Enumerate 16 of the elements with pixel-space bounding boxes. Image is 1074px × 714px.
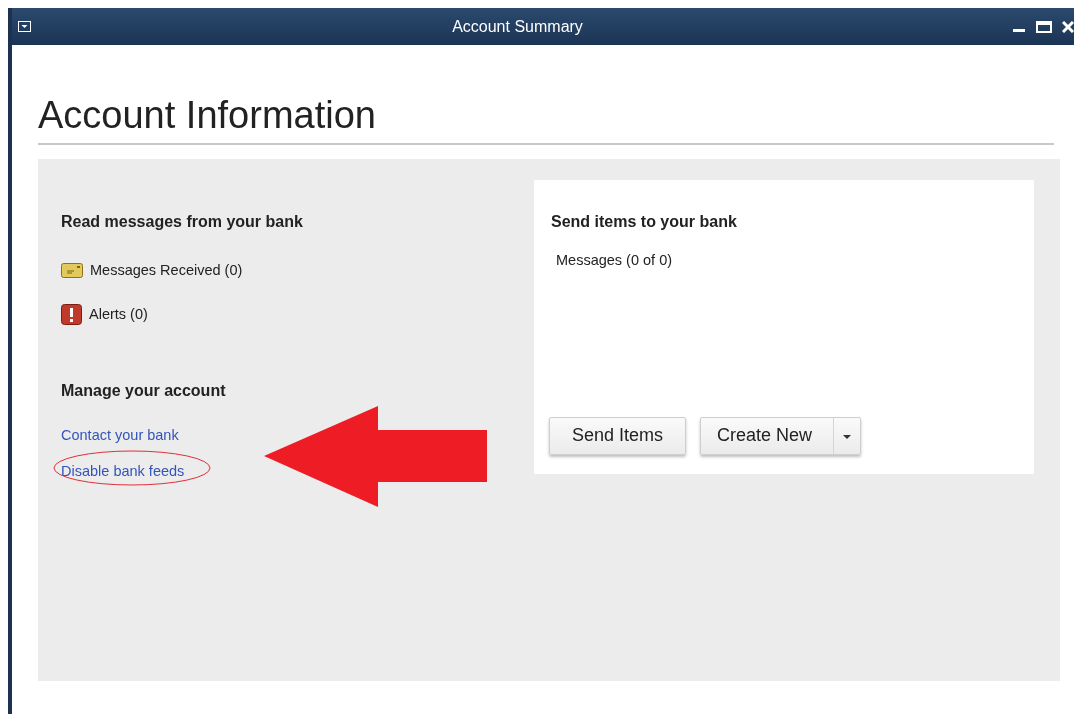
caret-icon [843, 434, 852, 439]
window-menu-icon[interactable] [18, 21, 31, 32]
alert-icon [61, 303, 82, 325]
close-icon[interactable] [1062, 20, 1074, 33]
item-label[interactable]: Messages Received (0) [90, 259, 243, 282]
send-items-button[interactable]: Send Items [549, 416, 687, 455]
maximize-icon[interactable] [1036, 20, 1052, 33]
section-title: Send items to your bank [551, 211, 738, 232]
envelope-icon [61, 263, 83, 279]
item-label[interactable]: Alerts (0) [89, 303, 148, 326]
window-title: Account Summary [451, 16, 584, 37]
section-title: Manage your account [61, 381, 227, 402]
page-heading: Account Information [38, 95, 1054, 145]
section-title: Read messages from your bank [61, 211, 304, 232]
messages-count: Messages (0 of 0) [556, 250, 673, 270]
bank-link[interactable]: Contact your bank [61, 425, 179, 448]
